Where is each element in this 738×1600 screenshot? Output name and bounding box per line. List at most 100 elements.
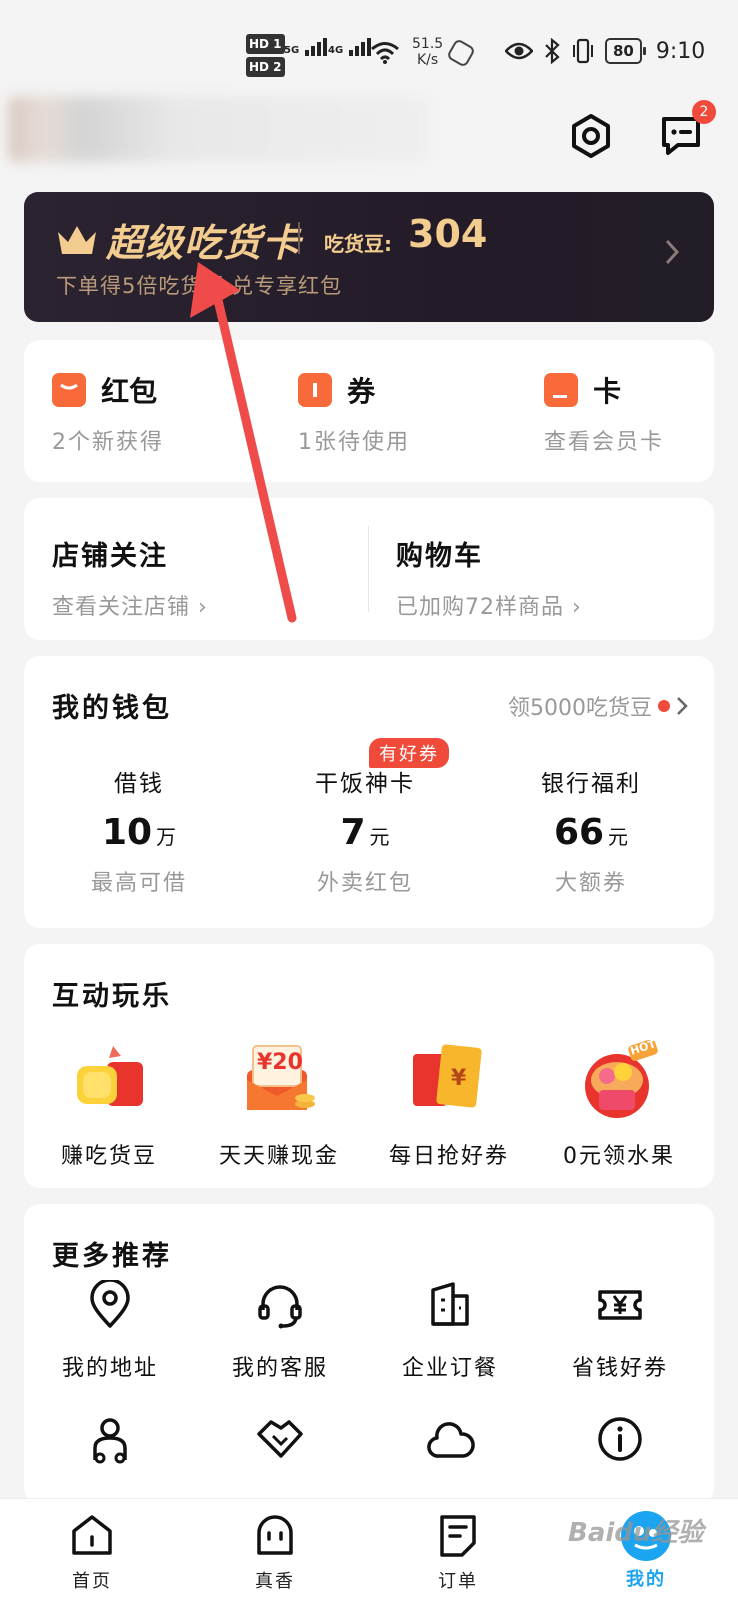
coupon-title: 券 xyxy=(347,375,376,408)
settings-button[interactable] xyxy=(565,110,617,162)
headset-icon xyxy=(258,1285,302,1329)
more-title: 更多推荐 xyxy=(52,1241,172,1272)
free-fruit-item[interactable]: HOT 0元领水果 xyxy=(534,1037,704,1170)
vip-subtitle: 下单得5倍吃货豆,兑专享红包 xyxy=(56,274,343,298)
enterprise-order-item[interactable]: 企业订餐 xyxy=(364,1280,536,1382)
red-packet-subtitle: 2个新获得 xyxy=(52,430,164,455)
order-icon xyxy=(440,1515,476,1557)
status-right: 80 9:10 xyxy=(505,38,705,64)
wallet-item-meal-card[interactable]: 干饭神卡 7元 外卖红包 xyxy=(250,764,480,897)
wallet-item-bank-benefits[interactable]: 银行福利 66 元 大额券 xyxy=(476,764,706,897)
wallet-promo-link[interactable]: 领5000吃货豆 xyxy=(508,690,688,722)
baidu-watermark: Baidu经验 xyxy=(568,1518,704,1548)
wallet-item-subtitle: 外卖红包 xyxy=(316,871,413,896)
wallet-item-value: 10 万 xyxy=(24,812,254,853)
tab-orders[interactable]: 订单 xyxy=(398,1511,518,1593)
settings-icon xyxy=(572,114,610,158)
wallet-card: 我的钱包 领5000吃货豆 有好券 借钱 10 万 最高可借 干饭神卡 7元 外卖… xyxy=(24,656,714,928)
more-item-label: 省钱好券 xyxy=(571,1356,668,1381)
sim1-label: HD 1 xyxy=(246,34,285,54)
clock: 9:10 xyxy=(655,38,706,64)
row2-item-2[interactable] xyxy=(194,1414,366,1468)
shopping-cart-subtitle: 已加购72样商品 › xyxy=(396,595,582,620)
shopping-cart-entry[interactable]: 购物车 已加购72样商品 › xyxy=(396,534,582,621)
chevron-right-icon xyxy=(677,697,688,715)
cloud-icon xyxy=(427,1422,475,1458)
wallet-item-label: 借钱 xyxy=(114,771,164,797)
tab-home[interactable]: 首页 xyxy=(32,1511,152,1593)
shop-follow-subtitle: 查看关注店铺 › xyxy=(52,595,208,620)
wallet-item-value: 7元 xyxy=(250,812,480,853)
wallet-item-label: 银行福利 xyxy=(541,771,641,797)
vip-card[interactable]: 超级吃货卡 吃货豆: 304 下单得5倍吃货豆,兑专享红包 xyxy=(24,192,714,322)
chevron-right-icon xyxy=(665,239,680,265)
sim-indicators: HD 1 HD 2 xyxy=(246,34,285,80)
signal-5g-icon: 5G xyxy=(284,38,327,56)
status-bar: HD 1 HD 2 5G 4G 51.5 K/s 80 9:10 xyxy=(0,0,738,100)
eye-icon xyxy=(505,42,533,60)
interactive-fun-card: 互动玩乐 赚吃货豆 ¥20 天天赚现金 ¥ 每日抢好券 HOT 0元领水果 xyxy=(24,944,714,1188)
bluetooth-icon xyxy=(545,38,560,64)
wallet-item-value: 66 元 xyxy=(476,812,706,853)
home-icon xyxy=(72,1515,112,1555)
row2-item-4[interactable] xyxy=(534,1414,706,1468)
fun-title: 互动玩乐 xyxy=(52,981,172,1012)
red-dot xyxy=(658,700,670,712)
wallet-promo-text: 领5000吃货豆 xyxy=(508,696,652,721)
customer-service-item[interactable]: 我的客服 xyxy=(194,1280,366,1382)
wallet-item-label: 干饭神卡 xyxy=(315,771,415,797)
tab-zhenxiang[interactable]: 真香 xyxy=(215,1511,335,1593)
fun-item-label: 天天赚现金 xyxy=(218,1144,339,1169)
value-unit: 元 xyxy=(608,825,629,849)
value-unit: 万 xyxy=(156,825,177,849)
card-subtitle: 查看会员卡 xyxy=(544,430,665,455)
earn-beans-icon xyxy=(69,1040,149,1120)
daily-coupon-item[interactable]: ¥ 每日抢好券 xyxy=(364,1040,534,1170)
speed-unit: K/s xyxy=(416,52,439,68)
daily-cash-icon: ¥20 xyxy=(239,1040,319,1120)
shopping-cart-title: 购物车 xyxy=(396,541,483,572)
member-card-icon xyxy=(544,373,578,407)
my-address-item[interactable]: 我的地址 xyxy=(24,1278,196,1382)
battery-indicator: 80 xyxy=(605,38,646,64)
red-packet-entry[interactable]: 红包 2个新获得 xyxy=(52,370,164,456)
sim2-label: HD 2 xyxy=(246,57,285,77)
coupon-badge: ¥ xyxy=(451,1066,467,1091)
value-number: 66 xyxy=(553,812,605,853)
value-unit: 元 xyxy=(369,825,390,849)
value-number: 7 xyxy=(340,812,366,853)
hexagon-icon xyxy=(445,37,477,69)
signal-4g-icon: 4G xyxy=(328,38,371,56)
net2-label: 4G xyxy=(328,45,344,56)
tab-label: 首页 xyxy=(72,1571,112,1592)
more-item-label: 我的客服 xyxy=(231,1356,328,1381)
messages-badge: 2 xyxy=(692,100,716,124)
daily-cash-item[interactable]: ¥20 天天赚现金 xyxy=(194,1040,364,1170)
building-icon xyxy=(431,1282,469,1326)
row2-item-1[interactable] xyxy=(24,1414,196,1468)
fun-item-label: 赚吃货豆 xyxy=(60,1144,157,1169)
tab-label: 订单 xyxy=(438,1571,478,1592)
follow-cart-card: 店铺关注 查看关注店铺 › 购物车 已加购72样商品 › xyxy=(24,498,714,640)
profile-header[interactable] xyxy=(8,96,430,162)
handshake-icon xyxy=(257,1420,303,1458)
coupon-subtitle: 1张待使用 xyxy=(298,430,410,455)
earn-beans-item[interactable]: 赚吃货豆 xyxy=(24,1040,194,1170)
row2-item-3[interactable] xyxy=(364,1414,536,1468)
vip-divider xyxy=(298,222,300,254)
wallet-item-subtitle: 大额券 xyxy=(554,871,627,896)
assets-card: 红包 2个新获得 券 1张待使用 卡 查看会员卡 xyxy=(24,340,714,482)
wallet-item-loan[interactable]: 借钱 10 万 最高可借 xyxy=(24,764,254,897)
shop-follow-entry[interactable]: 店铺关注 查看关注店铺 › xyxy=(52,534,208,621)
cash-badge: ¥20 xyxy=(257,1050,303,1075)
divider xyxy=(368,526,369,612)
saving-coupons-item[interactable]: 省钱好券 xyxy=(534,1280,706,1382)
coupon-entry[interactable]: 券 1张待使用 xyxy=(298,370,410,456)
fun-item-label: 每日抢好券 xyxy=(388,1144,509,1169)
more-item-label: 企业订餐 xyxy=(401,1356,498,1381)
vip-beans-value: 304 xyxy=(408,212,488,256)
wallet-title: 我的钱包 xyxy=(52,693,172,724)
location-icon xyxy=(90,1278,130,1328)
info-icon xyxy=(598,1417,642,1461)
card-entry[interactable]: 卡 查看会员卡 xyxy=(544,370,664,456)
